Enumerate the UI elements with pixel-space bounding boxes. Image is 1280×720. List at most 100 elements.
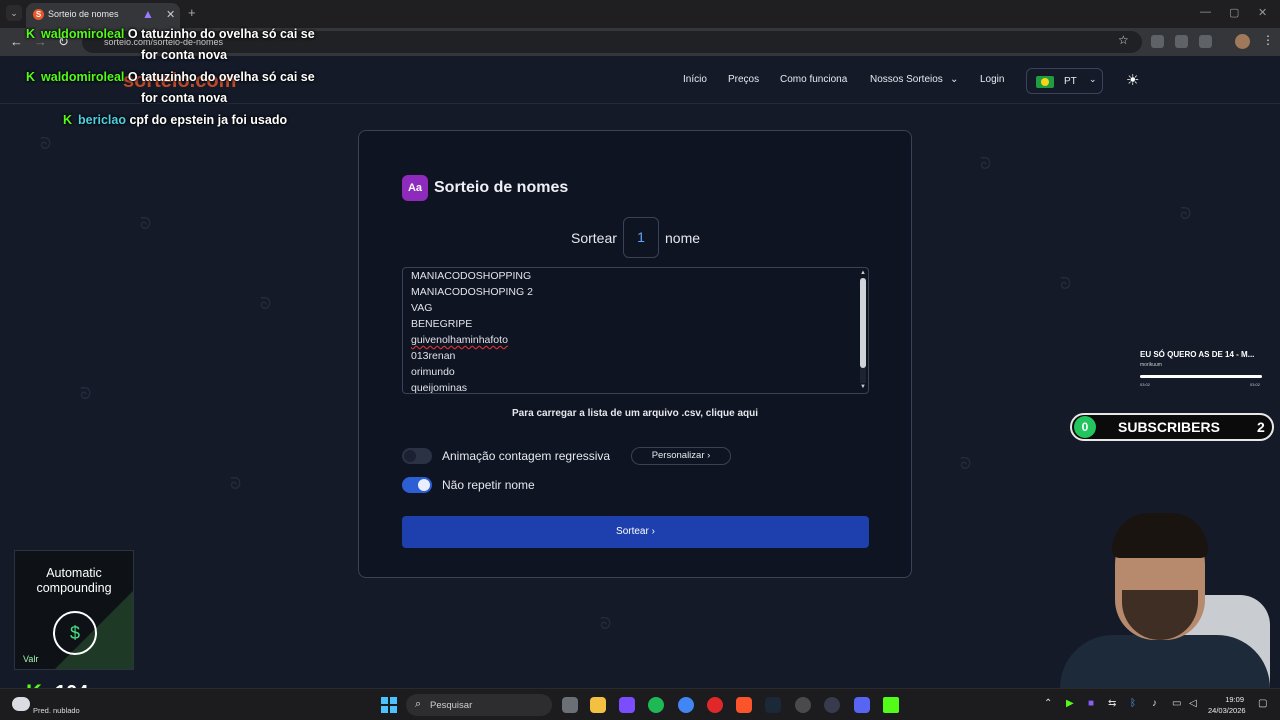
nav-como-funciona[interactable]: Como funciona — [780, 74, 847, 85]
background-swirl-icon: ᘐ — [980, 156, 992, 173]
search-icon: ⌕ — [415, 698, 422, 710]
toggle-knob — [404, 450, 416, 462]
volume-icon[interactable]: ◁ — [1189, 698, 1197, 709]
network-icon[interactable]: ▭ — [1172, 698, 1181, 709]
profile-avatar[interactable] — [1235, 34, 1250, 49]
background-swirl-icon: ᘐ — [600, 616, 612, 633]
chat-message: Kwaldomiroleal O tatuzinho do ovelha só … — [26, 70, 315, 84]
webcam-person-body — [1060, 635, 1270, 688]
cloud-weather-icon[interactable] — [12, 697, 30, 711]
windows-start-icon[interactable] — [381, 697, 397, 713]
extension-icon[interactable] — [1175, 35, 1188, 48]
close-window-icon[interactable]: ✕ — [1258, 6, 1267, 19]
microphone-icon[interactable]: ♪ — [1152, 698, 1157, 709]
no-repeat-toggle[interactable] — [402, 477, 432, 493]
name-line: VAG — [411, 302, 433, 314]
tray-overflow-icon[interactable]: ⌃ — [1044, 698, 1052, 709]
chrome-icon[interactable] — [678, 697, 694, 713]
ad-line-2: compounding — [36, 581, 112, 595]
weather-text[interactable]: Pred. nublado — [33, 706, 80, 715]
browser-menu-icon[interactable]: ⋮ — [1262, 33, 1274, 47]
name-line: MANIACODOSHOPING 2 — [411, 286, 533, 298]
favicon-icon: S — [33, 9, 44, 20]
extensions-puzzle-icon[interactable] — [1199, 35, 1212, 48]
browser-tab[interactable]: S Sorteio de nomes ▲ ✕ — [26, 3, 180, 28]
app-grid-icon[interactable] — [619, 697, 635, 713]
tray-app-icon[interactable]: ⇆ — [1108, 698, 1116, 709]
countdown-label: Animação contagem regressiva — [442, 449, 611, 463]
file-explorer-icon[interactable] — [590, 697, 606, 713]
notifications-icon[interactable]: ▢ — [1258, 698, 1267, 709]
name-line: queijominas — [411, 382, 468, 394]
draw-card: Aa Sorteio de nomes Sortear 1 nome MANIA… — [358, 130, 912, 578]
minimize-icon[interactable]: — — [1200, 6, 1211, 18]
webcam-person-hair — [1112, 513, 1208, 558]
brave-icon[interactable] — [736, 697, 752, 713]
scrollbar-thumb[interactable] — [860, 278, 866, 368]
back-icon[interactable]: ← — [10, 34, 23, 49]
names-textarea[interactable]: MANIACODOSHOPPING MANIACODOSHOPING 2 VAG… — [402, 267, 869, 394]
background-swirl-icon: ᘐ — [260, 296, 272, 313]
discord-icon[interactable] — [854, 697, 870, 713]
steam-icon[interactable] — [765, 697, 781, 713]
close-tab-icon[interactable]: ✕ — [166, 8, 175, 21]
nav-nossos-sorteios[interactable]: Nossos Sorteios — [870, 74, 943, 85]
taskbar-search[interactable]: ⌕ Pesquisar — [406, 694, 552, 716]
song-progress-fill — [1140, 375, 1262, 378]
kick-badge-icon: K — [26, 70, 36, 84]
quantity-input[interactable]: 1 — [623, 217, 659, 258]
theme-toggle-sun-icon[interactable]: ☀ — [1126, 71, 1139, 89]
kick-app-icon[interactable] — [883, 697, 899, 713]
clock-date: 24/03/2026 — [1208, 706, 1246, 715]
customize-button[interactable]: Personalizar › — [631, 447, 731, 465]
spotify-icon[interactable] — [648, 697, 664, 713]
extension-icon[interactable] — [1151, 35, 1164, 48]
opera-icon[interactable] — [707, 697, 723, 713]
text-icon: Aa — [402, 175, 428, 201]
nav-precos[interactable]: Preços — [728, 74, 759, 85]
bookmark-star-icon[interactable]: ☆ — [1118, 33, 1129, 47]
background-swirl-icon: ᘐ — [80, 386, 92, 403]
language-selector[interactable]: PT ⌄ — [1026, 68, 1103, 94]
background-swirl-icon: ᘐ — [230, 476, 242, 493]
chat-username: bericlao — [78, 113, 126, 127]
customize-label: Personalizar — [651, 450, 705, 461]
maximize-icon[interactable]: ▢ — [1229, 6, 1239, 19]
search-placeholder: Pesquisar — [430, 700, 473, 711]
chevron-down-icon: ⌄ — [1089, 74, 1097, 84]
tab-search-button[interactable]: ⌄ — [6, 5, 22, 21]
chevron-down-icon[interactable]: ⌄ — [950, 74, 958, 85]
new-tab-button[interactable]: + — [188, 5, 196, 20]
nav-login[interactable]: Login — [980, 74, 1004, 85]
background-swirl-icon: ᘐ — [140, 216, 152, 233]
task-view-icon[interactable] — [562, 697, 578, 713]
bluetooth-icon[interactable]: ᛒ — [1130, 698, 1136, 709]
draw-button[interactable]: Sortear › — [402, 516, 869, 548]
song-title: EU SÓ QUERO AS DE 14 - M... — [1140, 350, 1255, 359]
chat-text-continued: for conta nova — [141, 48, 228, 62]
name-line: guivenolhaminhafoto — [411, 334, 508, 346]
scroll-down-icon[interactable]: ▼ — [860, 384, 866, 390]
nav-inicio[interactable]: Início — [683, 74, 707, 85]
background-swirl-icon: ᘐ — [1180, 206, 1192, 223]
name-line: MANIACODOSHOPPING — [411, 270, 532, 282]
app-icon[interactable] — [795, 697, 811, 713]
app-icon[interactable] — [824, 697, 840, 713]
draw-count-label: Sortear — [571, 230, 617, 246]
draw-button-label: Sortear — [616, 526, 649, 537]
chat-message: Kbericlao cpf do epstein ja foi usado — [63, 113, 287, 127]
chat-text-continued: for conta nova — [141, 91, 228, 105]
subscribers-label: SUBSCRIBERS — [1118, 419, 1220, 435]
chat-text: O tatuzinho do ovelha só cai se — [127, 70, 315, 84]
csv-upload-link[interactable]: Para carregar a lista de um arquivo .csv… — [359, 408, 911, 419]
song-artist: morikuum — [1140, 362, 1162, 368]
no-repeat-label: Não repetir nome — [442, 478, 535, 492]
scroll-up-icon[interactable]: ▲ — [860, 270, 866, 276]
tray-app-icon[interactable]: ■ — [1088, 698, 1094, 709]
tray-app-icon[interactable]: ▶ — [1066, 698, 1074, 709]
textarea-scrollbar[interactable]: ▲ ▼ — [860, 270, 866, 391]
countdown-toggle[interactable] — [402, 448, 432, 464]
system-clock[interactable]: 19:09 24/03/2026 — [1208, 694, 1246, 716]
toggle-knob — [418, 479, 430, 491]
chat-text: cpf do epstein ja foi usado — [129, 113, 288, 127]
